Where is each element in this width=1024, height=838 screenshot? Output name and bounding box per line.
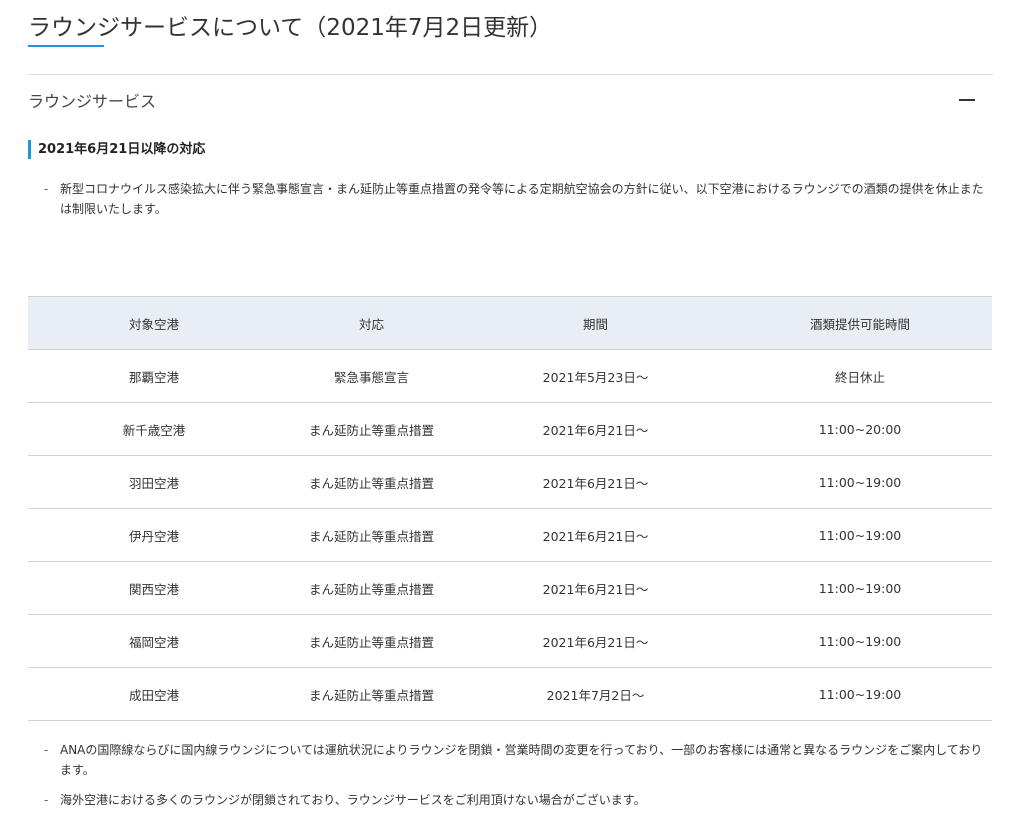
cell-period: 2021年5月23日～ xyxy=(542,369,649,385)
cell-airport: 福岡空港 xyxy=(128,634,179,650)
footnote: - 海外空港における多くのラウンジが閉鎖されており、ラウンジサービスをご利用頂け… xyxy=(44,790,994,810)
collapse-icon[interactable] xyxy=(959,99,975,101)
cell-alcohol-hours: 11:00~19:00 xyxy=(818,474,902,490)
cell-measure: まん延防止等重点措置 xyxy=(308,475,434,491)
table-row: 羽田空港 まん延防止等重点措置 2021年6月21日～ 11:00~19:00 xyxy=(28,455,992,509)
cell-period: 2021年6月21日～ xyxy=(542,634,649,650)
cell-measure: まん延防止等重点措置 xyxy=(308,634,434,650)
bullet-dash: - xyxy=(44,793,49,807)
accordion-label: ラウンジサービス xyxy=(28,92,157,111)
table-row: 成田空港 まん延防止等重点措置 2021年7月2日～ 11:00~19:00 xyxy=(28,667,992,721)
cell-alcohol-hours: 11:00~19:00 xyxy=(818,633,902,649)
table-row: 新千歳空港 まん延防止等重点措置 2021年6月21日～ 11:00~20:00 xyxy=(28,402,992,456)
table-row: 福岡空港 まん延防止等重点措置 2021年6月21日～ 11:00~19:00 xyxy=(28,614,992,668)
cell-airport: 関西空港 xyxy=(128,581,179,597)
bullet-dash: - xyxy=(44,743,49,757)
footnote: - ANAの国際線ならびに国内線ラウンジについては運航状況によりラウンジを閉鎖・… xyxy=(44,740,994,780)
divider xyxy=(28,74,993,75)
cell-alcohol-hours: 11:00~19:00 xyxy=(818,580,902,596)
footnote-text: ANAの国際線ならびに国内線ラウンジについては運航状況によりラウンジを閉鎖・営業… xyxy=(60,743,983,777)
page-title: ラウンジサービスについて（2021年7月2日更新） xyxy=(28,15,553,41)
bullet-dash: - xyxy=(44,182,49,196)
lounge-table: 対象空港 対応 期間 酒類提供可能時間 那覇空港 緊急事態宣言 2021年5月2… xyxy=(28,296,992,721)
cell-airport: 成田空港 xyxy=(128,687,179,703)
table-row: 伊丹空港 まん延防止等重点措置 2021年6月21日～ 11:00~19:00 xyxy=(28,508,992,562)
page: ラウンジサービスについて（2021年7月2日更新） ラウンジサービス 2021年… xyxy=(0,0,1024,838)
cell-airport: 羽田空港 xyxy=(128,475,179,491)
footnote-text: 海外空港における多くのラウンジが閉鎖されており、ラウンジサービスをご利用頂けない… xyxy=(60,793,646,807)
column-header-airport: 対象空港 xyxy=(128,316,179,332)
lounge-service-accordion-header[interactable]: ラウンジサービス xyxy=(28,86,993,112)
cell-measure: まん延防止等重点措置 xyxy=(308,528,434,544)
cell-alcohol-hours: 11:00~19:00 xyxy=(818,527,902,543)
cell-alcohol-hours: 11:00~19:00 xyxy=(818,686,902,702)
cell-measure: まん延防止等重点措置 xyxy=(308,687,434,703)
table-header-row: 対象空港 対応 期間 酒類提供可能時間 xyxy=(28,296,992,350)
title-underline xyxy=(28,45,104,47)
intro-note: - 新型コロナウイルス感染拡大に伴う緊急事態宣言・まん延防止等重点措置の発令等に… xyxy=(44,179,994,219)
cell-airport: 伊丹空港 xyxy=(128,528,179,544)
table-row: 関西空港 まん延防止等重点措置 2021年6月21日～ 11:00~19:00 xyxy=(28,561,992,615)
cell-alcohol-hours: 終日休止 xyxy=(834,369,885,385)
cell-measure: まん延防止等重点措置 xyxy=(308,581,434,597)
cell-period: 2021年6月21日～ xyxy=(542,422,649,438)
table-row: 那覇空港 緊急事態宣言 2021年5月23日～ 終日休止 xyxy=(28,349,992,403)
cell-period: 2021年6月21日～ xyxy=(542,528,649,544)
cell-period: 2021年6月21日～ xyxy=(542,581,649,597)
cell-airport: 新千歳空港 xyxy=(122,422,186,438)
intro-text: 新型コロナウイルス感染拡大に伴う緊急事態宣言・まん延防止等重点措置の発令等による… xyxy=(60,182,984,216)
column-header-period: 期間 xyxy=(582,316,608,332)
column-header-alcohol-hours: 酒類提供可能時間 xyxy=(809,316,910,332)
section-heading: 2021年6月21日以降の対応 xyxy=(28,140,205,159)
cell-alcohol-hours: 11:00~20:00 xyxy=(818,421,902,437)
column-header-measure: 対応 xyxy=(358,316,384,332)
cell-period: 2021年6月21日～ xyxy=(542,475,649,491)
cell-airport: 那覇空港 xyxy=(128,369,179,385)
cell-measure: まん延防止等重点措置 xyxy=(308,422,434,438)
cell-period: 2021年7月2日～ xyxy=(546,687,645,703)
cell-measure: 緊急事態宣言 xyxy=(333,369,409,385)
